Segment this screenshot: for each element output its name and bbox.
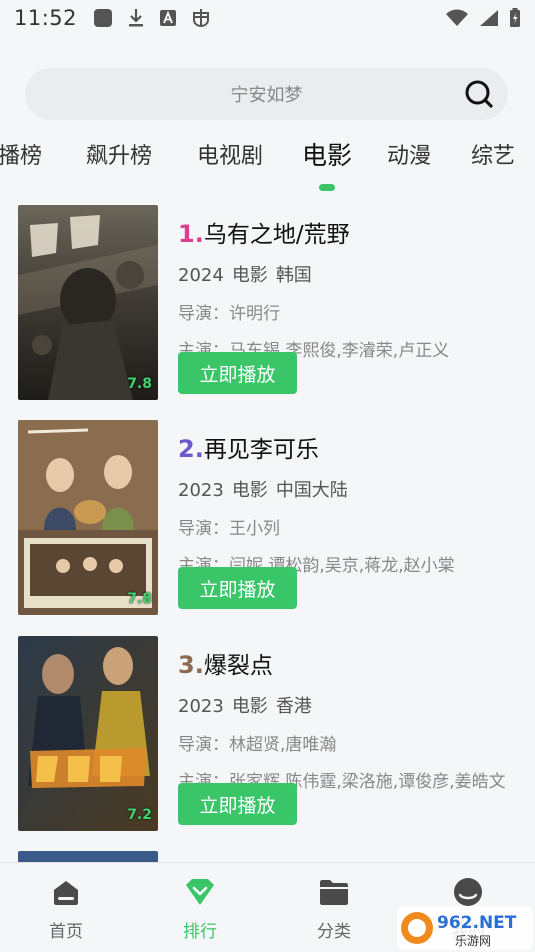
nav-home-label: 首页 xyxy=(49,922,83,942)
search-bar[interactable]: 宁安如梦 xyxy=(25,68,508,120)
director-label: 导演： xyxy=(178,304,229,324)
battery-icon xyxy=(510,8,520,27)
movie-meta: 2023 电影 香港 xyxy=(178,692,523,718)
status-notification-icons xyxy=(93,7,211,29)
search-placeholder: 宁安如梦 xyxy=(230,85,303,106)
poster-image xyxy=(18,420,158,615)
ranking-icon xyxy=(186,879,214,905)
movie-title-row: 2. 再见李可乐 xyxy=(178,430,523,464)
movie-title[interactable]: 乌有之地/荒野 xyxy=(204,215,350,249)
movie-rank: 3. xyxy=(178,651,204,679)
director-names: 许明行 xyxy=(229,304,280,324)
tab-ranking-partial[interactable]: 播榜 xyxy=(0,138,42,170)
tab-tv-series[interactable]: 电视剧 xyxy=(197,138,263,170)
movie-director: 导演：许明行 xyxy=(178,299,518,324)
status-system-icons xyxy=(445,8,521,28)
poster-image xyxy=(18,205,158,400)
movie-poster[interactable]: 7.8 xyxy=(18,205,158,400)
download-icon xyxy=(129,9,144,27)
svg-text:962.NET: 962.NET xyxy=(437,913,517,933)
movie-item[interactable]: 7.2 3. 爆裂点 2023 电影 香港 导演：林超贤,唐唯瀚 主演：张家辉,陈伟… xyxy=(0,636,535,832)
play-now-button[interactable]: 立即播放 xyxy=(178,567,297,609)
nav-ranking-label: 排行 xyxy=(183,922,217,942)
movie-info: 3. 爆裂点 2023 电影 香港 导演：林超贤,唐唯瀚 主演：张家辉,陈伟霆,梁洛… xyxy=(178,646,523,792)
movie-region: 中国大陆 xyxy=(275,480,348,501)
svg-text:乐游网: 乐游网 xyxy=(455,934,491,948)
nav-ranking[interactable]: 排行 xyxy=(160,877,240,942)
movie-meta: 2023 电影 中国大陆 xyxy=(178,476,523,502)
movie-item[interactable]: 7.8 1. 乌有之地/荒野 2024 电影 韩国 导演：许明行 主演：马东锡,李熙… xyxy=(0,205,535,401)
watermark-logo: 962.NET 乐游网 xyxy=(397,906,533,950)
movie-director: 导演：王小列 xyxy=(178,514,518,539)
movie-region: 香港 xyxy=(275,696,312,717)
nav-home[interactable]: 首页 xyxy=(26,877,106,942)
tab-rising[interactable]: 飙升榜 xyxy=(86,138,152,170)
movie-title[interactable]: 再见李可乐 xyxy=(204,430,319,464)
movie-meta: 2024 电影 韩国 xyxy=(178,261,523,287)
movie-title-row: 1. 乌有之地/荒野 xyxy=(178,215,523,249)
movie-info: 1. 乌有之地/荒野 2024 电影 韩国 导演：许明行 主演：马东锡,李熙俊,李濬… xyxy=(178,215,523,361)
movie-type: 电影 xyxy=(231,696,268,717)
movie-rank: 2. xyxy=(178,435,204,463)
movie-poster[interactable]: 7.2 xyxy=(18,636,158,831)
movie-type: 电影 xyxy=(231,480,268,501)
app-a-icon xyxy=(160,10,177,26)
bug-icon xyxy=(193,9,210,28)
movie-item[interactable]: 7.8 2. 再见李可乐 2023 电影 中国大陆 导演：王小列 主演：闫妮,谭松韵… xyxy=(0,420,535,616)
signal-icon xyxy=(480,10,498,26)
movie-poster[interactable]: 7.8 xyxy=(18,420,158,615)
movie-title[interactable]: 爆裂点 xyxy=(204,646,273,680)
movie-year: 2023 xyxy=(178,480,224,501)
search-icon[interactable] xyxy=(464,79,494,109)
movie-region: 韩国 xyxy=(275,265,312,286)
movie-type: 电影 xyxy=(231,265,268,286)
movie-title-row: 3. 爆裂点 xyxy=(178,646,523,680)
nav-category-label: 分类 xyxy=(317,922,351,942)
category-tabs: 播榜 飙升榜 电视剧 电影 动漫 综艺 xyxy=(0,138,535,178)
director-names: 王小列 xyxy=(229,519,280,539)
tab-movies[interactable]: 电影 xyxy=(302,136,352,172)
movie-poster-partial[interactable] xyxy=(18,851,158,862)
play-now-button[interactable]: 立即播放 xyxy=(178,352,297,394)
movie-score: 7.8 xyxy=(127,591,152,607)
director-names: 林超贤,唐唯瀚 xyxy=(229,735,337,755)
tab-variety[interactable]: 综艺 xyxy=(471,138,515,170)
play-now-button[interactable]: 立即播放 xyxy=(178,783,297,825)
director-label: 导演： xyxy=(178,735,229,755)
app-notification-icon xyxy=(94,9,113,27)
movie-info: 2. 再见李可乐 2023 电影 中国大陆 导演：王小列 主演：闫妮,谭松韵,吴京,… xyxy=(178,430,523,576)
site-watermark: 962.NET 乐游网 xyxy=(395,902,535,952)
status-bar: 11:52 xyxy=(0,0,535,36)
home-icon xyxy=(54,881,78,905)
tab-anime[interactable]: 动漫 xyxy=(387,138,431,170)
folder-icon xyxy=(320,880,348,905)
movie-year: 2023 xyxy=(178,696,224,717)
poster-image xyxy=(18,636,158,831)
movie-rank: 1. xyxy=(178,220,204,248)
director-label: 导演： xyxy=(178,519,229,539)
active-tab-indicator xyxy=(319,184,335,191)
movie-director: 导演：林超贤,唐唯瀚 xyxy=(178,730,518,755)
movie-score: 7.8 xyxy=(127,376,152,392)
movie-year: 2024 xyxy=(178,265,224,286)
wifi-icon xyxy=(446,9,468,26)
movie-score: 7.2 xyxy=(127,807,152,823)
nav-category[interactable]: 分类 xyxy=(294,877,374,942)
status-time: 11:52 xyxy=(14,6,78,30)
